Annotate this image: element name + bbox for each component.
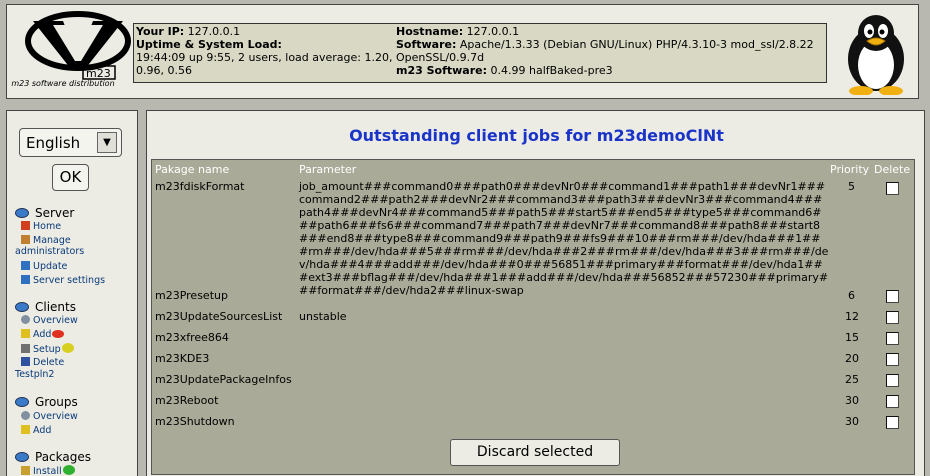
trash-icon xyxy=(21,357,30,366)
sidebar-section-server[interactable]: Server xyxy=(15,206,74,220)
sidebar: English ▼ OK Server Home Manage administ… xyxy=(6,110,138,476)
green-status-icon xyxy=(62,465,75,475)
item-label: Overview xyxy=(33,411,78,422)
star-icon xyxy=(21,329,30,338)
magnifier-icon xyxy=(21,315,30,324)
table-row-priority: 12 xyxy=(845,310,859,323)
section-label: Server xyxy=(35,206,75,220)
sidebar-section-clients[interactable]: Clients xyxy=(15,300,76,314)
ok-button[interactable]: OK xyxy=(52,164,89,191)
yellow-status-icon xyxy=(61,343,74,353)
column-header-priority: Priority xyxy=(830,163,870,176)
item-label: Add xyxy=(33,425,52,436)
column-header-delete: Delete xyxy=(874,163,911,176)
your-ip-value: 127.0.0.1 xyxy=(187,25,241,38)
main-content: Outstanding client jobs for m23demoClNt … xyxy=(146,110,925,476)
item-label: Setup xyxy=(33,344,61,355)
table-row-package-name: m23Shutdown xyxy=(155,415,235,428)
sidebar-item-packages-install[interactable]: Install xyxy=(21,465,78,476)
discard-selected-button[interactable]: Discard selected xyxy=(450,439,620,466)
update-icon xyxy=(21,261,30,270)
table-row-priority: 25 xyxy=(845,373,859,386)
table-row-priority: 20 xyxy=(845,352,859,365)
m23-software-label: m23 Software: xyxy=(396,64,487,77)
language-select-value: English xyxy=(26,134,81,152)
header-bar: m23 m23 software distribution Your IP: 1… xyxy=(6,4,919,99)
delete-checkbox[interactable] xyxy=(886,395,899,408)
red-status-icon xyxy=(52,330,65,338)
section-label: Groups xyxy=(35,395,78,409)
jobs-table: Pakage name Parameter Priority Delete m2… xyxy=(151,159,915,475)
table-row-package-name: m23UpdatePackageInfos xyxy=(155,373,292,386)
table-row-priority: 15 xyxy=(845,331,859,344)
table-row-parameter: unstable xyxy=(299,310,347,323)
table-row-priority: 6 xyxy=(848,289,855,302)
uptime-label: Uptime & System Load: xyxy=(136,38,282,51)
your-ip-label: Your IP: xyxy=(136,25,185,38)
sidebar-item-update[interactable]: Update xyxy=(21,261,67,272)
table-row-priority: 30 xyxy=(845,394,859,407)
star-icon xyxy=(21,425,30,434)
sidebar-item-groups-overview[interactable]: Overview xyxy=(21,411,78,422)
m23-software-value: 0.4.99 halfBaked-pre3 xyxy=(490,64,613,77)
item-label: Add xyxy=(33,329,52,340)
delete-checkbox[interactable] xyxy=(886,311,899,324)
language-select[interactable]: English ▼ xyxy=(19,128,122,157)
tux-penguin-icon xyxy=(848,15,904,95)
software-label: Software: xyxy=(396,38,457,51)
wrench-icon xyxy=(21,344,30,353)
sidebar-item-home[interactable]: Home xyxy=(21,221,61,232)
table-row-priority: 30 xyxy=(845,415,859,428)
home-icon xyxy=(21,221,30,230)
page-title: Outstanding client jobs for m23demoClNt xyxy=(349,126,724,145)
sidebar-item-clients-add[interactable]: Add xyxy=(21,329,67,340)
table-row-package-name: m23UpdateSourcesList xyxy=(155,310,283,323)
software-value: Apache/1.3.33 (Debian GNU/Linux) PHP/4.3… xyxy=(396,38,814,64)
item-label: Overview xyxy=(33,315,78,326)
table-row-package-name: m23Reboot xyxy=(155,394,219,407)
logo-caption: m23 software distribution xyxy=(11,79,115,88)
item-label: Install xyxy=(33,466,62,476)
sidebar-section-groups[interactable]: Groups xyxy=(15,395,78,409)
sidebar-item-groups-add[interactable]: Add xyxy=(21,425,51,436)
section-label: Packages xyxy=(35,450,91,464)
settings-icon xyxy=(21,275,30,284)
column-header-parameter: Parameter xyxy=(299,163,357,176)
sidebar-item-clients-overview[interactable]: Overview xyxy=(21,315,78,326)
system-info-box: Your IP: 127.0.0.1 Uptime & System Load:… xyxy=(133,23,827,83)
item-label: Update xyxy=(33,261,68,272)
delete-checkbox[interactable] xyxy=(886,353,899,366)
sidebar-item-clients-setup[interactable]: Setup xyxy=(21,343,77,355)
delete-checkbox[interactable] xyxy=(886,374,899,387)
dropdown-arrow-icon[interactable]: ▼ xyxy=(97,132,117,153)
delete-checkbox[interactable] xyxy=(886,290,899,303)
column-header-package-name: Pakage name xyxy=(155,163,230,176)
table-row-package-name: m23Presetup xyxy=(155,289,228,302)
package-icon xyxy=(21,466,30,475)
globe-icon xyxy=(15,208,29,218)
table-row-priority: 5 xyxy=(848,180,855,193)
table-row-parameter: job_amount###command0###path0###devNr0##… xyxy=(299,180,829,297)
delete-checkbox[interactable] xyxy=(886,416,899,429)
delete-checkbox[interactable] xyxy=(886,182,899,195)
sidebar-item-server-settings[interactable]: Server settings xyxy=(21,275,105,286)
hostname-value: 127.0.0.1 xyxy=(466,25,520,38)
item-label: Server settings xyxy=(33,275,106,286)
table-row-package-name: m23KDE3 xyxy=(155,352,210,365)
globe-icon xyxy=(15,302,29,312)
sidebar-item-clients-delete[interactable]: Delete Testpln2 xyxy=(15,357,95,381)
hostname-label: Hostname: xyxy=(396,25,464,38)
item-label: Home xyxy=(33,221,62,232)
table-row-package-name: m23fdiskFormat xyxy=(155,180,245,193)
delete-checkbox[interactable] xyxy=(886,332,899,345)
uptime-value: 19:44:09 up 9:55, 2 users, load average:… xyxy=(136,51,393,77)
sidebar-item-manage-administrators[interactable]: Manage administrators xyxy=(15,235,105,257)
table-row-package-name: m23xfree864 xyxy=(155,331,229,344)
section-label: Clients xyxy=(35,300,76,314)
globe-icon xyxy=(15,452,29,462)
sidebar-section-packages[interactable]: Packages xyxy=(15,450,91,464)
admin-icon xyxy=(21,235,30,244)
magnifier-icon xyxy=(21,411,30,420)
globe-icon xyxy=(15,397,29,407)
